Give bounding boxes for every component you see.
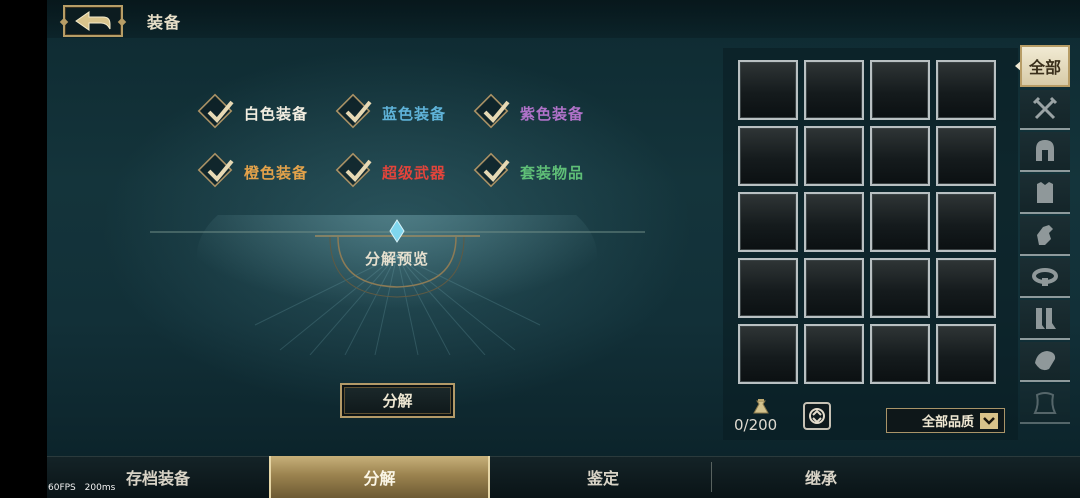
- gauntlet-icon: [1037, 225, 1053, 245]
- back-button[interactable]: [63, 5, 123, 37]
- game-screen: 装备 白色装备 蓝色装备 紫色装备 橙色装备 超级武器 套装物品 分解预览 分解…: [0, 0, 1080, 498]
- check-icon: [345, 159, 372, 182]
- check-icon: [345, 100, 372, 123]
- category-tabs: 全部: [1018, 45, 1073, 424]
- inventory-slot[interactable]: [936, 60, 996, 120]
- inventory-slot[interactable]: [804, 324, 864, 384]
- boots-icon: [1036, 308, 1056, 329]
- category-tab-all[interactable]: 全部: [1020, 45, 1070, 87]
- inventory-slot[interactable]: [936, 324, 996, 384]
- inventory-slot[interactable]: [870, 60, 930, 120]
- inventory-capacity: 0/200: [734, 416, 778, 434]
- inventory-slot[interactable]: [804, 258, 864, 318]
- category-tab-boots[interactable]: [1020, 300, 1070, 340]
- category-tab-armor[interactable]: [1020, 174, 1070, 214]
- inventory-slot[interactable]: [804, 126, 864, 186]
- filter-label-white: 白色装备: [244, 104, 309, 123]
- inventory-slot[interactable]: [870, 126, 930, 186]
- check-icon: [483, 159, 510, 182]
- filter-label-super-weapon: 超级武器: [382, 163, 447, 182]
- preview-ornament: [150, 215, 645, 355]
- back-arrow-icon: [75, 11, 111, 31]
- inventory-slot[interactable]: [936, 192, 996, 252]
- inventory-slot[interactable]: [936, 126, 996, 186]
- category-tab-helmet[interactable]: [1020, 132, 1070, 172]
- filter-super-weapon[interactable]: 超级武器: [335, 152, 447, 189]
- check-icon: [207, 100, 234, 123]
- bracer-icon: [1035, 351, 1056, 371]
- inventory-slot[interactable]: [804, 192, 864, 252]
- inventory-slot[interactable]: [870, 324, 930, 384]
- header-bar: [47, 0, 1080, 38]
- sort-button[interactable]: [803, 402, 831, 430]
- inventory-slot[interactable]: [870, 258, 930, 318]
- check-icon: [207, 159, 234, 182]
- tab-decompose[interactable]: 分解: [269, 456, 490, 498]
- filter-set-items[interactable]: 套装物品: [473, 152, 585, 189]
- decompose-preview-label: 分解预览: [364, 250, 429, 268]
- filter-label-set-items: 套装物品: [520, 163, 585, 182]
- inventory-slot[interactable]: [804, 60, 864, 120]
- category-tab-belt[interactable]: [1020, 258, 1070, 298]
- tab-inherit[interactable]: 继承: [712, 456, 930, 498]
- sort-icon: [809, 408, 825, 424]
- belt-icon: [1032, 268, 1058, 286]
- fps-counter: 60FPS 200ms: [48, 483, 115, 493]
- filter-orange-equipment[interactable]: 橙色装备: [197, 152, 309, 189]
- quality-filter-dropdown[interactable]: 全部品质: [886, 408, 1005, 433]
- category-tab-gloves[interactable]: [1020, 216, 1070, 256]
- page-title: 装备: [147, 13, 182, 32]
- inventory-slot[interactable]: [936, 258, 996, 318]
- fps-value: 60FPS: [48, 483, 76, 493]
- quality-filter-label: 全部品质: [921, 415, 974, 430]
- filter-blue-equipment[interactable]: 蓝色装备: [335, 93, 447, 130]
- filter-white-equipment[interactable]: 白色装备: [197, 93, 309, 130]
- filter-label-purple: 紫色装备: [520, 104, 585, 123]
- filter-purple-equipment[interactable]: 紫色装备: [473, 93, 585, 130]
- inventory-slot[interactable]: [738, 60, 798, 120]
- category-tab-bracer[interactable]: [1020, 342, 1070, 382]
- category-tab-all-label: 全部: [1028, 58, 1061, 77]
- latency-value: 200ms: [84, 483, 116, 493]
- bag-icon: [753, 399, 769, 414]
- inventory-slot[interactable]: [870, 192, 930, 252]
- cape-icon: [1033, 392, 1057, 414]
- crossed-swords-icon: [1032, 96, 1058, 120]
- filter-label-orange: 橙色装备: [244, 163, 309, 182]
- inventory-slot[interactable]: [738, 126, 798, 186]
- inventory-slot[interactable]: [738, 324, 798, 384]
- decompose-button[interactable]: 分解: [340, 383, 455, 418]
- inventory-slot[interactable]: [738, 258, 798, 318]
- armor-icon: [1037, 182, 1053, 203]
- chevron-down-icon: [980, 412, 998, 429]
- tab-identify[interactable]: 鉴定: [495, 456, 711, 498]
- category-tab-weapons[interactable]: [1020, 90, 1070, 130]
- filter-label-blue: 蓝色装备: [382, 104, 447, 123]
- category-tab-cape[interactable]: [1020, 384, 1070, 424]
- check-icon: [483, 100, 510, 123]
- helmet-icon: [1036, 140, 1054, 161]
- inventory-slot[interactable]: [738, 192, 798, 252]
